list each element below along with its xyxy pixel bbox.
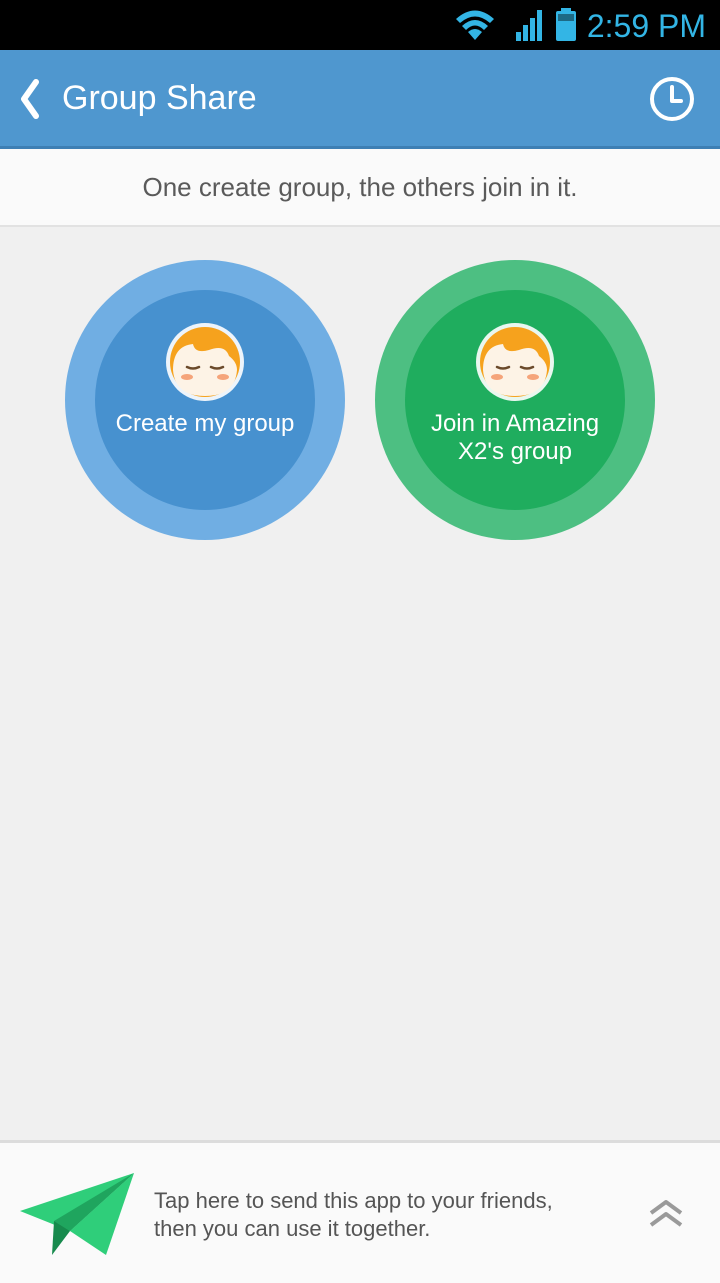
wifi-icon	[456, 10, 494, 40]
create-group-label-text: Create my group	[115, 410, 295, 437]
smiley-face-avatar-icon	[166, 323, 244, 401]
share-text-line1: Tap here to send this app to your friend…	[154, 1188, 553, 1213]
chevron-left-icon[interactable]	[14, 78, 44, 120]
double-chevron-up-icon[interactable]	[648, 1197, 684, 1229]
battery-icon	[556, 8, 576, 41]
create-group-button[interactable]: Create my group	[65, 260, 345, 540]
paper-plane-icon	[20, 1173, 134, 1255]
smiley-face-avatar-icon	[476, 323, 554, 401]
status-bar: 2:59 PM	[0, 0, 720, 50]
join-group-label-line2: X2's group	[458, 438, 572, 465]
status-time: 2:59 PM	[586, 8, 706, 44]
share-app-bar[interactable]: Tap here to send this app to your friend…	[0, 1140, 720, 1283]
join-group-label-line1: Join in Amazing	[430, 410, 600, 437]
share-text-line2: then you can use it together.	[154, 1216, 431, 1241]
signal-icon	[516, 10, 542, 41]
join-group-inner: Join in Amazing X2's group	[405, 290, 625, 510]
page-title: Group Share	[62, 79, 257, 117]
share-text: Tap here to send this app to your friend…	[154, 1187, 624, 1243]
instruction-bar: One create group, the others join in it.	[0, 149, 720, 227]
create-group-inner: Create my group	[95, 290, 315, 510]
join-group-label: Join in Amazing X2's group	[415, 410, 615, 466]
app-bar: Group Share	[0, 50, 720, 149]
join-group-button[interactable]: Join in Amazing X2's group	[375, 260, 655, 540]
instruction-text: One create group, the others join in it.	[142, 172, 578, 202]
clock-icon[interactable]	[648, 75, 696, 123]
create-group-label: Create my group	[105, 410, 305, 438]
